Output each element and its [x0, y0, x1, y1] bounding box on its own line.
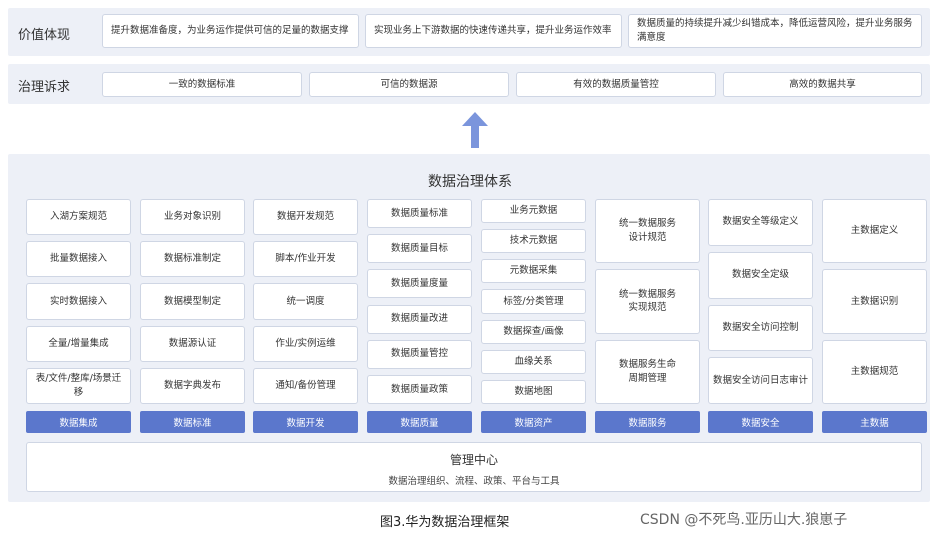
column-footer: 数据服务	[595, 411, 700, 433]
system-item: 入湖方案规范	[26, 199, 131, 236]
system-title: 数据治理体系	[428, 174, 512, 190]
system-item: 数据质量政策	[367, 374, 472, 404]
system-item: 实时数据接入	[26, 283, 131, 320]
value-item-3: 数据质量的持续提升减少纠错成本，降低运营风险，提升业务服务满意度	[628, 14, 922, 48]
system-item: 元数据采集	[481, 259, 586, 284]
system-item: 血缘关系	[481, 349, 586, 374]
system-item: 脚本/作业开发	[253, 241, 358, 278]
system-item: 数据地图	[481, 379, 586, 404]
watermark: CSDN @不死鸟.亚历山大.狼崽子	[640, 512, 848, 528]
column-footer: 数据质量	[367, 411, 472, 433]
governance-item-2: 可信的数据源	[309, 72, 509, 97]
system-item: 数据安全等级定义	[708, 199, 813, 246]
system-item: 数据字典发布	[140, 367, 245, 404]
system-item: 标签/分类管理	[481, 289, 586, 314]
system-item: 数据安全访问日志审计	[708, 357, 813, 404]
system-item: 数据质量管控	[367, 339, 472, 369]
system-item: 数据标准制定	[140, 241, 245, 278]
system-item: 数据安全定级	[708, 251, 813, 299]
system-item: 通知/备份管理	[253, 367, 358, 404]
system-item: 表/文件/整库/场景迁移	[26, 367, 131, 404]
governance-item-1: 一致的数据标准	[102, 72, 302, 97]
column-footer: 主数据	[822, 411, 927, 433]
system-item: 业务对象识别	[140, 199, 245, 236]
system-item: 主数据识别	[822, 269, 927, 334]
system-item: 统一数据服务 设计规范	[595, 199, 700, 264]
system-item: 全量/增量集成	[26, 325, 131, 362]
system-item: 数据质量目标	[367, 234, 472, 264]
system-item: 统一调度	[253, 283, 358, 320]
column-footer: 数据资产	[481, 411, 586, 433]
value-title: 价值体现	[18, 28, 71, 43]
system-item: 数据源认证	[140, 325, 245, 362]
governance-item-4: 高效的数据共享	[723, 72, 922, 97]
column-footer: 数据开发	[253, 411, 358, 433]
system-item: 业务元数据	[481, 199, 586, 224]
system-item: 数据质量度量	[367, 269, 472, 299]
system-item: 技术元数据	[481, 229, 586, 254]
system-item: 数据开发规范	[253, 199, 358, 236]
column-footer: 数据集成	[26, 411, 131, 433]
management-subtitle: 数据治理组织、流程、政策、平台与工具	[388, 476, 560, 487]
system-item: 统一数据服务 实现规范	[595, 269, 700, 334]
management-center: 管理中心 数据治理组织、流程、政策、平台与工具	[26, 442, 922, 492]
figure-caption: 图3.华为数据治理框架	[380, 515, 510, 530]
system-item: 数据安全访问控制	[708, 304, 813, 352]
system-item: 数据质量标准	[367, 199, 472, 229]
up-arrow-icon	[462, 112, 488, 148]
value-item-2: 实现业务上下游数据的快速传递共享，提升业务运作效率	[365, 14, 622, 48]
management-title: 管理中心	[449, 453, 498, 467]
system-item: 批量数据接入	[26, 241, 131, 278]
system-item: 主数据定义	[822, 199, 927, 264]
governance-item-3: 有效的数据质量管控	[516, 72, 716, 97]
system-item: 数据服务生命 周期管理	[595, 339, 700, 404]
system-item: 作业/实例运维	[253, 325, 358, 362]
column-footer: 数据安全	[708, 411, 813, 433]
system-item: 数据质量改进	[367, 304, 472, 334]
column-footer: 数据标准	[140, 411, 245, 433]
governance-title: 治理诉求	[18, 80, 71, 95]
system-item: 数据模型制定	[140, 283, 245, 320]
system-item: 数据探查/画像	[481, 319, 586, 344]
system-item: 主数据规范	[822, 339, 927, 404]
value-item-1: 提升数据准备度，为业务运作提供可信的足量的数据支撑	[102, 14, 359, 48]
